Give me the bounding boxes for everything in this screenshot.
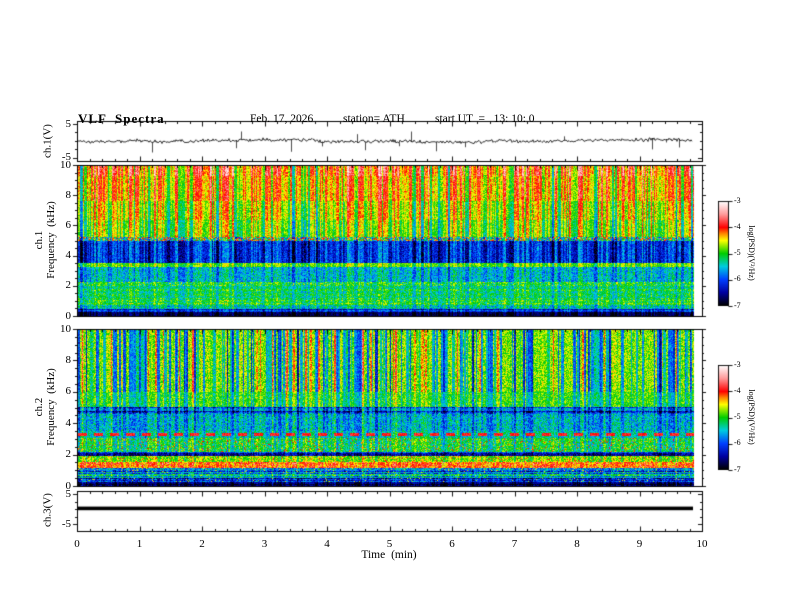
figure-title: VLF Spectra	[78, 111, 165, 126]
header-station: station= ATH	[343, 113, 405, 125]
ch1-freq-tick-label: 0	[65, 309, 72, 322]
colorbar1-tick-label: -5	[734, 248, 741, 257]
header-start-ut: start UT = 13: 10: 0	[435, 113, 535, 125]
colorbar2-tick-label: -5	[734, 412, 741, 421]
ch3-volt-tick-label: -5	[61, 517, 71, 530]
x-tick-label: 5	[386, 538, 393, 550]
ch2-freq-tick-label: 6	[65, 385, 72, 398]
ch2-spec-channel-label: ch.2	[33, 397, 45, 417]
ch1-frequency-axis-label: ch.1 Frequency (kHz)	[33, 201, 57, 279]
colorbar2-tick-label: -7	[734, 464, 741, 474]
x-tick-label: 7	[511, 538, 518, 550]
x-tick-label: 4	[324, 538, 330, 550]
colorbar2-tick-label: -6	[734, 438, 741, 448]
x-tick-label: 10	[696, 538, 708, 550]
time-axis-label: Time (min)	[361, 549, 417, 561]
ch1-freq-tick-label: 2	[65, 279, 72, 292]
colorbar2-tick-label: -3	[734, 359, 741, 369]
ch1-freq-tick-label: 6	[65, 218, 72, 231]
ch2-freq-tick-label: 8	[65, 353, 72, 366]
ch1-volt-tick-label: 5	[65, 117, 72, 130]
ch2-freq-tick-label: 4	[65, 416, 72, 429]
ch2-freq-tick-label: 10	[60, 322, 71, 335]
x-tick-label: 2	[199, 538, 205, 550]
x-tick-label: 0	[74, 538, 80, 550]
ch1-spec-channel-label: ch.1	[33, 230, 45, 250]
colorbar1-tick-label: -4	[734, 221, 741, 231]
colorbar1-tick-label: -7	[734, 300, 741, 310]
colorbar1-tick-label: -3	[734, 195, 741, 205]
x-tick-label: 3	[261, 538, 268, 550]
header-date: Feb. 17, 2026	[250, 113, 314, 125]
ch1-freq-tick-label: 8	[65, 188, 72, 201]
colorbar2-tick-label: -4	[734, 385, 741, 395]
colorbar1-tick-label: -6	[734, 274, 741, 284]
plot-canvas	[0, 0, 792, 612]
ch1-volt-tick-label: -5	[61, 151, 71, 163]
x-tick-label: 8	[574, 538, 580, 550]
ch2-frequency-axis-label: ch.2 Frequency (kHz)	[33, 368, 57, 446]
ch2-freq-tick-label: 2	[65, 448, 72, 461]
ch3-volt-tick-label: 5	[65, 487, 72, 500]
ch2-spec-frequency-label: Frequency (kHz)	[45, 368, 57, 446]
vlf-spectra-figure: VLF Spectra Feb. 17, 2026 station= ATH s…	[0, 0, 792, 612]
ch1-spec-frequency-label: Frequency (kHz)	[45, 201, 57, 279]
x-tick-label: 9	[636, 538, 643, 550]
x-tick-label: 6	[449, 538, 455, 550]
ch1-freq-tick-label: 4	[65, 249, 72, 262]
x-tick-label: 1	[136, 538, 143, 550]
